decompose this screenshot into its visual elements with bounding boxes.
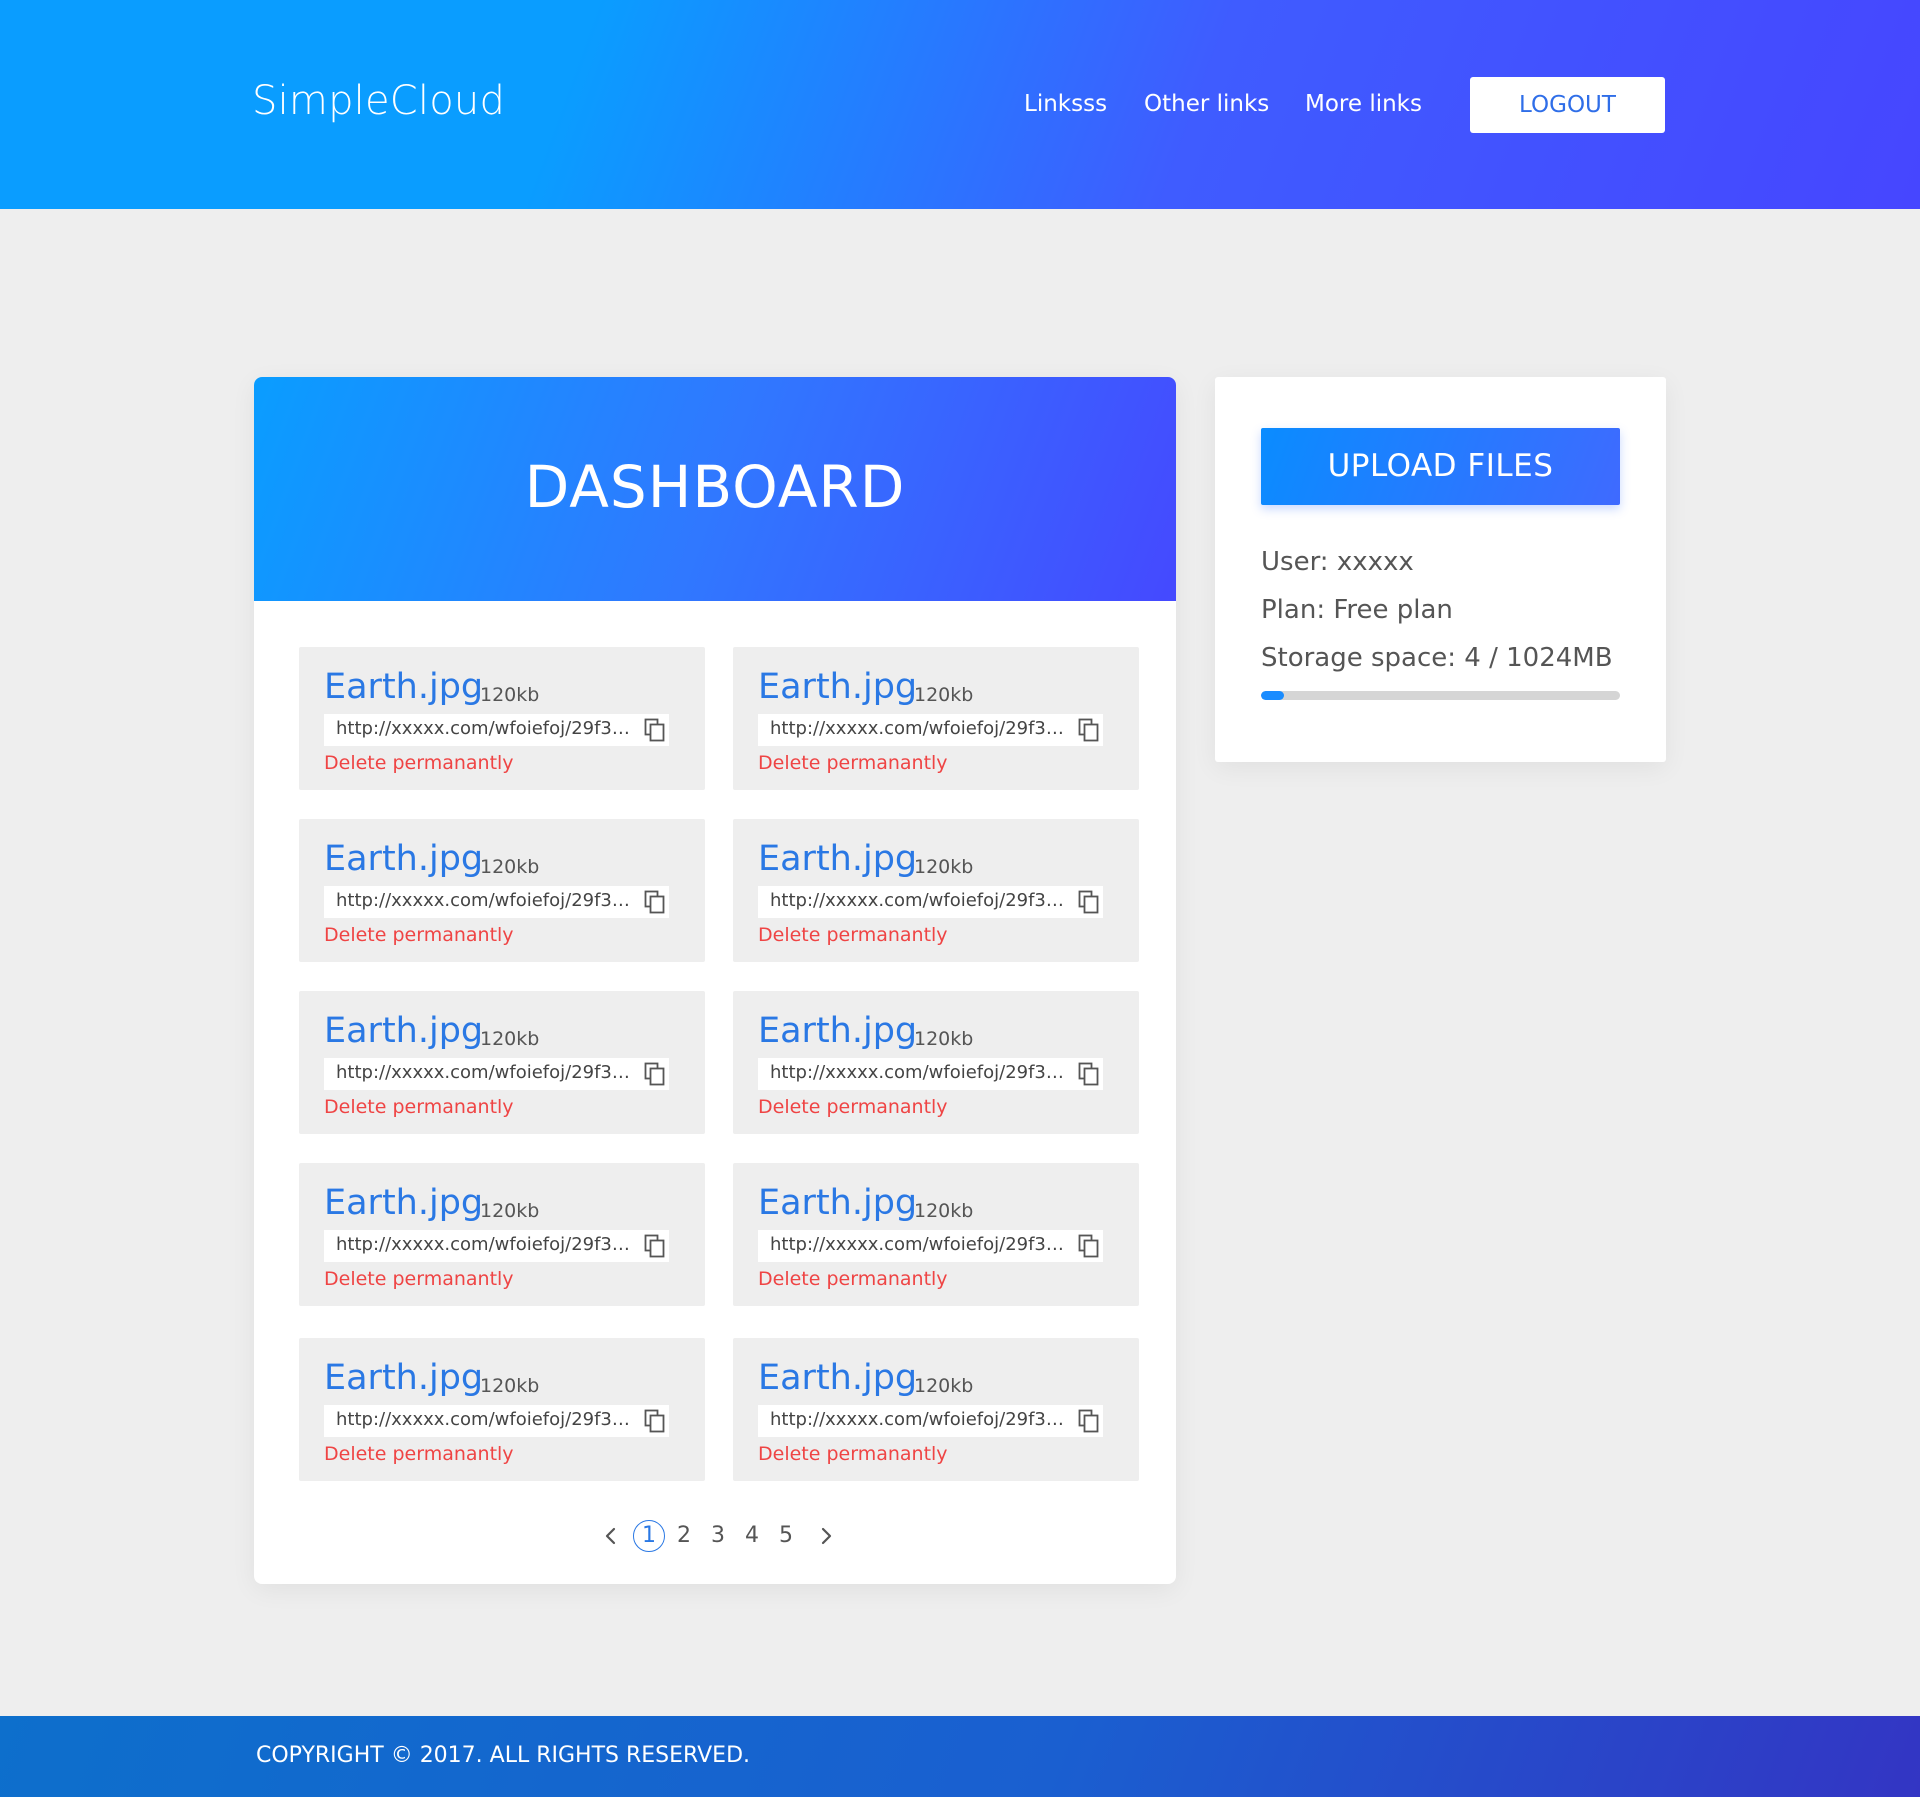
copy-icon[interactable]: [1078, 1234, 1100, 1258]
file-name-link[interactable]: Earth.jpg: [758, 1011, 917, 1051]
file-url-text[interactable]: http://xxxxx.com/wfoiefoj/29f34j...: [336, 718, 636, 739]
delete-permanently-link[interactable]: Delete permanantly: [758, 752, 948, 774]
page-footer: COPYRIGHT © 2017. ALL RIGHTS RESERVED.: [0, 1716, 1920, 1797]
copy-icon[interactable]: [644, 1234, 666, 1258]
copy-icon[interactable]: [1078, 718, 1100, 742]
storage-progress-bar: [1261, 691, 1620, 700]
delete-permanently-link[interactable]: Delete permanantly: [324, 1096, 514, 1118]
delete-permanently-link[interactable]: Delete permanantly: [324, 924, 514, 946]
file-url-field[interactable]: http://xxxxx.com/wfoiefoj/29f34j...: [324, 1230, 669, 1262]
file-url-text[interactable]: http://xxxxx.com/wfoiefoj/29f34j...: [770, 1062, 1070, 1083]
file-size: 120kb: [914, 1028, 974, 1050]
pagination: 1 2 3 4 5: [254, 1520, 1176, 1560]
chevron-right-icon[interactable]: [816, 1526, 836, 1546]
file-url-text[interactable]: http://xxxxx.com/wfoiefoj/29f34j...: [336, 890, 636, 911]
file-size: 120kb: [914, 856, 974, 878]
file-url-text[interactable]: http://xxxxx.com/wfoiefoj/29f34j...: [336, 1409, 636, 1430]
file-tile: Earth.jpg 120kb http://xxxxx.com/wfoiefoj/…: [299, 991, 705, 1134]
nav-link-other-links[interactable]: Other links: [1144, 91, 1269, 117]
delete-permanently-link[interactable]: Delete permanantly: [758, 924, 948, 946]
file-tile: Earth.jpg 120kb http://xxxxx.com/wfoiefoj/…: [299, 1163, 705, 1306]
file-name-link[interactable]: Earth.jpg: [758, 1358, 917, 1398]
page-5-button[interactable]: 5: [776, 1520, 796, 1552]
file-name-link[interactable]: Earth.jpg: [324, 839, 483, 879]
copy-icon[interactable]: [644, 890, 666, 914]
file-url-field[interactable]: http://xxxxx.com/wfoiefoj/29f34j...: [758, 886, 1103, 918]
file-size: 120kb: [480, 1200, 540, 1222]
file-url-field[interactable]: http://xxxxx.com/wfoiefoj/29f34j...: [324, 714, 669, 746]
file-url-text[interactable]: http://xxxxx.com/wfoiefoj/29f34j...: [336, 1234, 636, 1255]
dashboard-title: DASHBOARD: [524, 453, 906, 521]
file-url-field[interactable]: http://xxxxx.com/wfoiefoj/29f34j...: [758, 1405, 1103, 1437]
file-tile: Earth.jpg 120kb http://xxxxx.com/wfoiefoj/…: [299, 647, 705, 790]
nav-link-more-links[interactable]: More links: [1305, 91, 1422, 117]
page-2-button[interactable]: 2: [674, 1520, 694, 1552]
file-tile: Earth.jpg 120kb http://xxxxx.com/wfoiefoj/…: [299, 819, 705, 962]
file-name-link[interactable]: Earth.jpg: [324, 1011, 483, 1051]
page-1-button[interactable]: 1: [633, 1520, 665, 1552]
file-tile: Earth.jpg 120kb http://xxxxx.com/wfoiefoj/…: [733, 1338, 1139, 1481]
copyright-text: COPYRIGHT © 2017. ALL RIGHTS RESERVED.: [256, 1743, 751, 1768]
file-size: 120kb: [914, 1375, 974, 1397]
plan-info: Plan: Free plan: [1261, 595, 1453, 625]
file-url-field[interactable]: http://xxxxx.com/wfoiefoj/29f34j...: [324, 1058, 669, 1090]
file-name-link[interactable]: Earth.jpg: [758, 1183, 917, 1223]
file-url-text[interactable]: http://xxxxx.com/wfoiefoj/29f34j...: [770, 890, 1070, 911]
file-url-field[interactable]: http://xxxxx.com/wfoiefoj/29f34j...: [324, 1405, 669, 1437]
file-url-text[interactable]: http://xxxxx.com/wfoiefoj/29f34j...: [770, 718, 1070, 739]
file-name-link[interactable]: Earth.jpg: [324, 667, 483, 707]
copy-icon[interactable]: [1078, 1062, 1100, 1086]
delete-permanently-link[interactable]: Delete permanantly: [324, 1268, 514, 1290]
file-url-text[interactable]: http://xxxxx.com/wfoiefoj/29f34j...: [336, 1062, 636, 1083]
dashboard-header: DASHBOARD: [254, 377, 1176, 601]
delete-permanently-link[interactable]: Delete permanantly: [324, 1443, 514, 1465]
file-name-link[interactable]: Earth.jpg: [758, 667, 917, 707]
file-url-field[interactable]: http://xxxxx.com/wfoiefoj/29f34j...: [758, 1230, 1103, 1262]
chevron-left-icon[interactable]: [601, 1526, 621, 1546]
user-info: User: xxxxx: [1261, 547, 1414, 577]
file-size: 120kb: [480, 684, 540, 706]
copy-icon[interactable]: [644, 1062, 666, 1086]
file-name-link[interactable]: Earth.jpg: [324, 1358, 483, 1398]
file-tile: Earth.jpg 120kb http://xxxxx.com/wfoiefoj/…: [299, 1338, 705, 1481]
copy-icon[interactable]: [1078, 890, 1100, 914]
logout-button[interactable]: LOGOUT: [1470, 77, 1665, 133]
file-url-text[interactable]: http://xxxxx.com/wfoiefoj/29f34j...: [770, 1234, 1070, 1255]
page-3-button[interactable]: 3: [708, 1520, 728, 1552]
copy-icon[interactable]: [644, 1409, 666, 1433]
file-url-field[interactable]: http://xxxxx.com/wfoiefoj/29f34j...: [758, 1058, 1103, 1090]
file-tile: Earth.jpg 120kb http://xxxxx.com/wfoiefoj/…: [733, 991, 1139, 1134]
storage-progress-fill: [1261, 691, 1285, 700]
file-tile: Earth.jpg 120kb http://xxxxx.com/wfoiefoj/…: [733, 647, 1139, 790]
file-url-field[interactable]: http://xxxxx.com/wfoiefoj/29f34j...: [758, 714, 1103, 746]
file-url-text[interactable]: http://xxxxx.com/wfoiefoj/29f34j...: [770, 1409, 1070, 1430]
file-size: 120kb: [914, 684, 974, 706]
delete-permanently-link[interactable]: Delete permanantly: [758, 1443, 948, 1465]
upload-files-button[interactable]: UPLOAD FILES: [1261, 428, 1620, 505]
file-tile: Earth.jpg 120kb http://xxxxx.com/wfoiefoj/…: [733, 1163, 1139, 1306]
delete-permanently-link[interactable]: Delete permanantly: [324, 752, 514, 774]
storage-info: Storage space: 4 / 1024MB: [1261, 643, 1613, 673]
file-size: 120kb: [480, 856, 540, 878]
file-size: 120kb: [914, 1200, 974, 1222]
delete-permanently-link[interactable]: Delete permanantly: [758, 1096, 948, 1118]
file-tile: Earth.jpg 120kb http://xxxxx.com/wfoiefoj/…: [733, 819, 1139, 962]
top-header: SimpleCloud Linksss Other links More lin…: [0, 0, 1920, 209]
file-name-link[interactable]: Earth.jpg: [758, 839, 917, 879]
file-url-field[interactable]: http://xxxxx.com/wfoiefoj/29f34j...: [324, 886, 669, 918]
file-size: 120kb: [480, 1028, 540, 1050]
nav-link-linksss[interactable]: Linksss: [1024, 91, 1107, 117]
delete-permanently-link[interactable]: Delete permanantly: [758, 1268, 948, 1290]
account-card: UPLOAD FILES User: xxxxx Plan: Free plan…: [1215, 377, 1666, 762]
dashboard-card: DASHBOARD Earth.jpg 120kb http://xxxxx.com…: [254, 377, 1176, 1584]
copy-icon[interactable]: [1078, 1409, 1100, 1433]
page-4-button[interactable]: 4: [742, 1520, 762, 1552]
file-name-link[interactable]: Earth.jpg: [324, 1183, 483, 1223]
copy-icon[interactable]: [644, 718, 666, 742]
file-size: 120kb: [480, 1375, 540, 1397]
